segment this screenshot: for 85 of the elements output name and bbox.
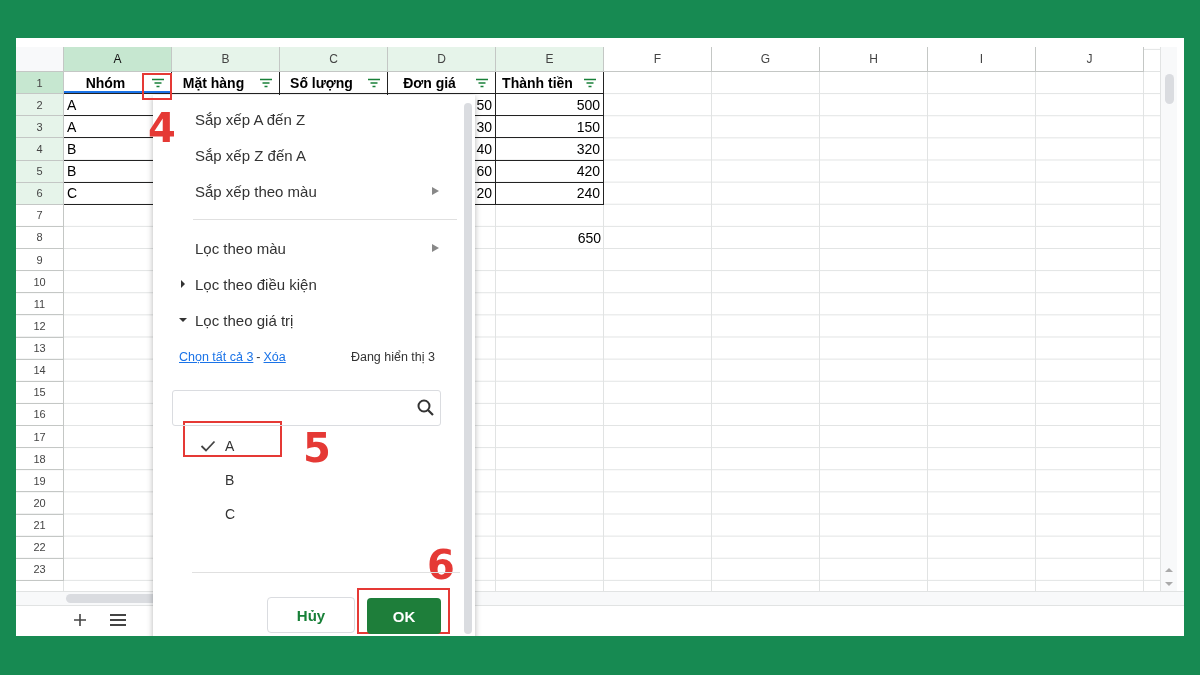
select-all-link[interactable]: Chọn tất cả 3 [179,350,254,364]
column-header[interactable]: B [172,47,280,72]
column-header[interactable]: C [280,47,388,72]
table-cell: A [67,118,77,135]
submenu-arrow-icon [432,187,439,195]
menu-item[interactable]: Sắp xếp A đến Z [175,101,475,137]
row-number[interactable]: 21 [16,514,64,537]
table-cell: B [67,140,77,157]
row-number[interactable]: 15 [16,381,64,404]
step-number: 6 [427,545,455,585]
submenu-arrow-icon [432,244,439,252]
scroll-thumb[interactable] [1164,74,1174,104]
table-cell: C [67,185,78,202]
column-header[interactable]: G [712,47,820,72]
header-label: Số lượng [289,74,354,91]
row-number[interactable]: 13 [16,337,64,360]
column-header[interactable]: F [604,47,712,72]
menu-item[interactable]: Lọc theo màu [175,230,475,266]
menu-item[interactable]: Sắp xếp theo màu [175,173,475,209]
row-number[interactable]: 19 [16,470,64,493]
row-number[interactable]: 4 [16,138,64,161]
column-header[interactable]: J [1036,47,1144,72]
row-number[interactable]: 2 [16,94,64,117]
search-icon [416,398,436,418]
row-number[interactable]: 18 [16,448,64,471]
header-label: Mặt hàng [181,74,246,91]
section-toggle[interactable]: Lọc theo giá trị [177,302,475,338]
row-number[interactable]: 10 [16,271,64,294]
menu-icon[interactable] [109,612,127,627]
row-number[interactable]: 14 [16,359,64,382]
row-number[interactable]: 22 [16,536,64,559]
value-option[interactable]: A [185,429,265,463]
row-number[interactable]: 5 [16,160,64,183]
table-cell: 20 [476,185,492,202]
ok-button[interactable]: OK [367,598,441,634]
table-cell: 320 [576,140,600,157]
table-cell: 650 [577,229,601,246]
separator-text: - [256,350,261,364]
column-header[interactable]: H [820,47,928,72]
column-header[interactable]: A [64,47,172,72]
row-number[interactable]: 12 [16,315,64,338]
header-label: Thành tiền [501,74,574,91]
row-number[interactable]: 7 [16,204,64,227]
row-number[interactable]: 17 [16,426,64,449]
column-header[interactable]: D [388,47,496,72]
clear-link[interactable]: Xóa [263,350,286,364]
table-cell: 420 [576,163,600,180]
table-cell: B [67,163,77,180]
table-cell: 500 [576,96,600,113]
step-number: 5 [303,428,331,468]
scrollbar[interactable] [1160,47,1177,591]
search-field[interactable] [172,390,441,426]
header-label: Nhóm [84,74,127,91]
table-cell: 30 [476,118,492,135]
scrollbar[interactable] [464,103,472,634]
step-number: 4 [148,108,176,148]
row-number[interactable]: 20 [16,492,64,515]
highlight-frame [142,73,172,100]
table-cell: 240 [576,185,600,202]
row-number[interactable]: 23 [16,558,64,581]
header-label: Đơn giá [402,74,457,91]
triangle-icon [179,316,187,324]
row-number[interactable]: 8 [16,226,64,249]
check-icon [200,440,216,452]
column-header[interactable]: I [928,47,1036,72]
column-header[interactable]: E [496,47,604,72]
row-number[interactable]: 16 [16,403,64,426]
triangle-icon [179,280,187,288]
row-number[interactable]: 11 [16,293,64,316]
row-number[interactable]: 6 [16,182,64,205]
showing-count: Đang hiển thị 3 [350,350,435,364]
value-option[interactable]: C [185,497,266,531]
menu-item[interactable]: Sắp xếp Z đến A [175,137,475,173]
table-cell: 50 [476,96,492,113]
value-option[interactable]: B [185,463,265,497]
table-cell: 40 [476,140,492,157]
table-cell: 150 [576,118,600,135]
cancel-button[interactable]: Hủy [267,597,355,633]
table-cell: A [67,96,77,113]
row-number[interactable]: 9 [16,249,64,272]
table-cell: 60 [476,163,492,180]
section-toggle[interactable]: Lọc theo điều kiện [177,266,475,302]
row-number[interactable]: 1 [16,72,64,95]
add-sheet-icon[interactable] [73,612,87,627]
row-number[interactable]: 3 [16,116,64,139]
